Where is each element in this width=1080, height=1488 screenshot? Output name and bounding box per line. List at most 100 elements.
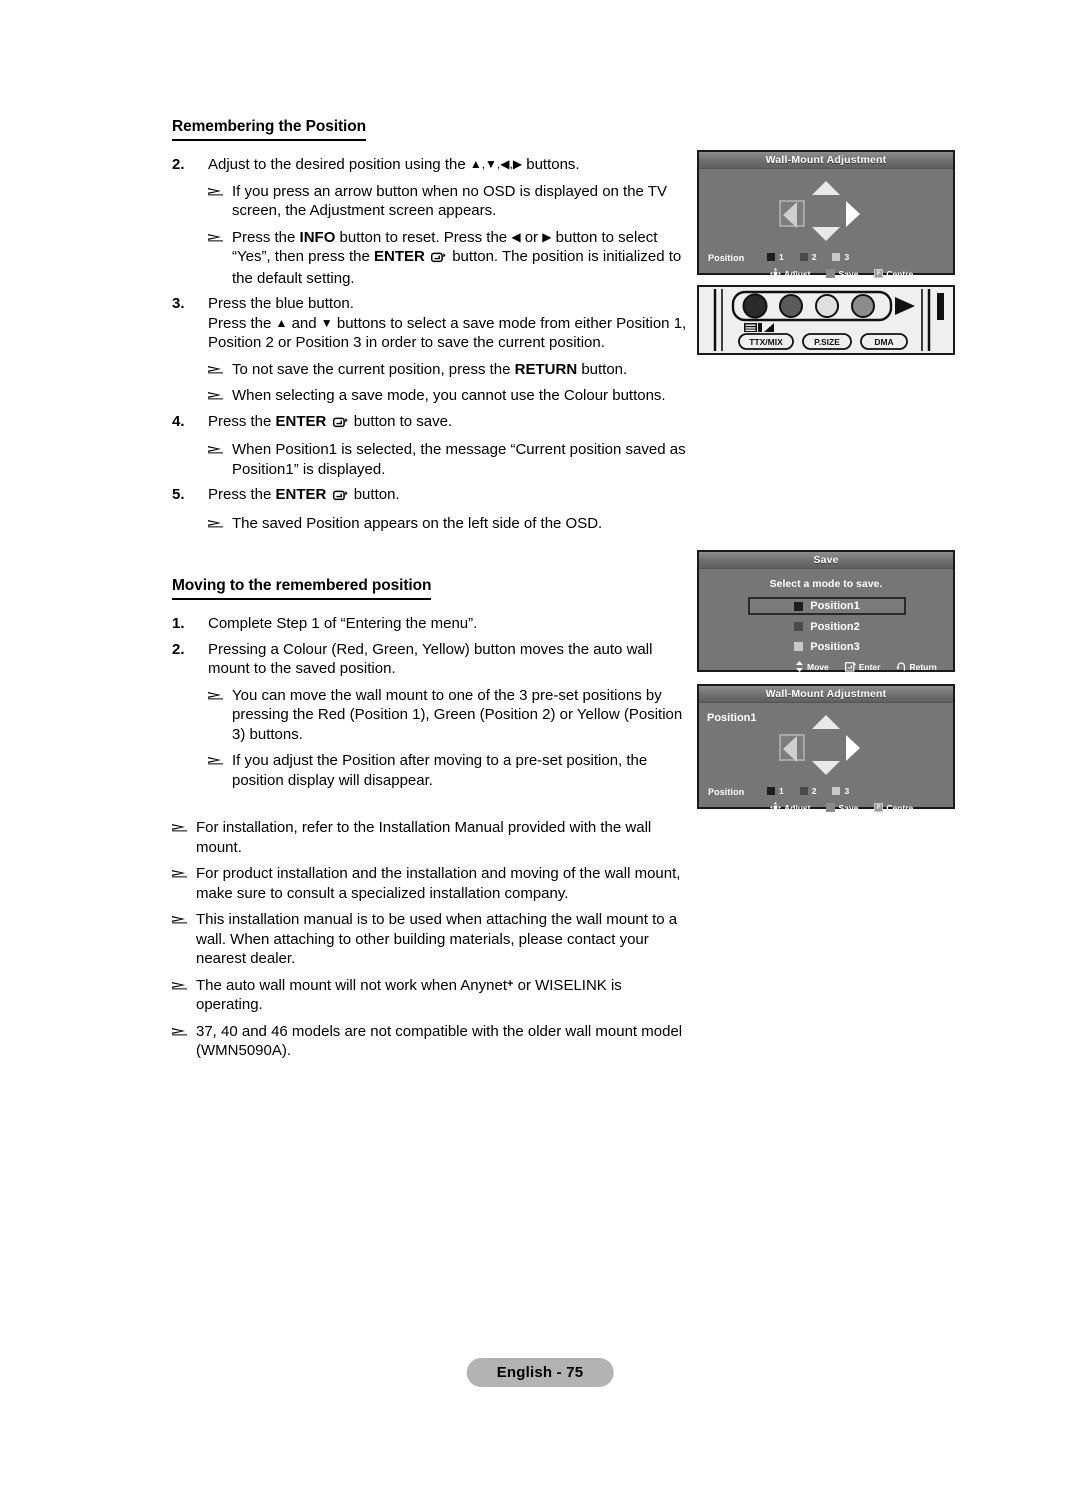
footer-hint-centre[interactable]: F Centre [874, 269, 913, 279]
bullet-text: If you press an arrow button when no OSD… [232, 182, 667, 220]
note-text: For product installation and the install… [196, 865, 681, 902]
step-item: 1. Complete Step 1 of “Entering the menu… [172, 614, 692, 634]
note-item: For installation, refer to the Installat… [172, 818, 692, 857]
step-item: 5. Press the ENTER button. [172, 485, 692, 507]
position-3-swatch [832, 253, 841, 261]
osd-footer-hints: Move Enter Return [795, 661, 937, 672]
position-3-label: 3 [844, 252, 850, 262]
bullet-text: When Position1 is selected, the message … [232, 441, 686, 478]
down-arrow-glyph: ▼ [320, 315, 333, 330]
enter-icon [332, 414, 348, 434]
dpad-down-arrow-icon[interactable] [812, 761, 840, 775]
save-option-label: Position3 [810, 640, 860, 653]
bullet-item: The saved Position appears on the left s… [208, 514, 692, 534]
section-2-heading-wrap: Moving to the remembered position [172, 577, 692, 600]
footer-hint-adjust[interactable]: Adjust [770, 268, 810, 279]
osd-footer-hints: Adjust Save F Centre [770, 268, 929, 279]
right-arrow-glyph: ▶ [542, 229, 552, 244]
footer-hint-adjust[interactable]: Adjust [770, 802, 810, 813]
remote-panel-svg: TTX/MIX P.SIZE DMA [699, 287, 953, 353]
save-prompt: Select a mode to save. [769, 578, 883, 590]
arrow-bullet-icon [172, 1022, 196, 1036]
note-text: 37, 40 and 46 models are not compatible … [196, 1022, 683, 1060]
dpad-right-arrow-icon[interactable] [846, 735, 860, 761]
note-item: For product installation and the install… [172, 864, 692, 903]
footer-hint-move[interactable]: Move [795, 661, 829, 672]
dpad-left-arrow-icon [783, 202, 797, 228]
position-2-swatch [799, 787, 808, 795]
arrow-bullet-icon [208, 360, 232, 374]
step-text: Pressing a Colour (Red, Green, Yellow) b… [208, 640, 653, 678]
up-arrow-glyph: ▲ [275, 315, 288, 330]
save-option-position1[interactable]: Position1 [748, 597, 906, 615]
osd-title: Wall-Mount Adjustment [699, 152, 953, 169]
position-2-swatch [794, 622, 804, 631]
osd-position-indicators: 1 2 3 [767, 786, 861, 796]
note-item: The auto wall mount will not work when A… [172, 976, 692, 1015]
position-3-swatch [794, 642, 804, 651]
blue-key-icon [826, 803, 836, 812]
note-item: This installation manual is to be used w… [172, 910, 692, 969]
footer-hint-centre-label: Centre [886, 802, 914, 813]
step-text-part-c: buttons. [522, 156, 580, 173]
save-option-position2[interactable]: Position2 [748, 618, 906, 635]
footer-hint-enter-label: Enter [858, 661, 881, 672]
arrow-bullet-icon [208, 751, 232, 765]
bullet-text: The saved Position appears on the left s… [232, 514, 603, 532]
manual-page: Remembering the Position 2. Adjust to th… [0, 0, 1080, 1488]
bullet-item: When selecting a save mode, you cannot u… [208, 386, 692, 406]
position-2-label: 2 [811, 252, 817, 262]
dpad-up-arrow-icon[interactable] [812, 181, 840, 195]
step-item: 3. Press the blue button. Press the ▲ an… [172, 294, 692, 353]
step-item: 4. Press the ENTER button to save. [172, 412, 692, 434]
step-number: 1. [172, 615, 185, 632]
dpad-left-arrow-icon [783, 736, 797, 762]
section-1-heading-wrap: Remembering the Position [172, 118, 692, 141]
osd-body: Position 1 2 3 Adjust Save F Centre [699, 169, 953, 279]
dpad-left-arrow-highlight[interactable] [779, 734, 805, 762]
arrow-bullet-icon [208, 182, 232, 196]
save-option-label: Position2 [810, 620, 860, 633]
save-option-position3[interactable]: Position3 [748, 638, 906, 655]
footer-hint-centre[interactable]: F Centre [874, 803, 913, 813]
dpad-left-arrow-highlight[interactable] [779, 200, 805, 228]
step-text: Complete Step 1 of “Entering the menu”. [208, 615, 478, 632]
note-text: For installation, refer to the Installat… [196, 819, 652, 856]
footer-hint-save[interactable]: Save [826, 803, 858, 813]
bullet-text: To not save the current position, press … [232, 360, 628, 378]
dpad-up-arrow-icon[interactable] [812, 715, 840, 729]
step-line-2: Press the ▲ and ▼ buttons to select a sa… [208, 314, 687, 352]
position-1-swatch [794, 601, 804, 611]
arrow-bullet-icon [172, 864, 196, 878]
footer-hint-adjust-label: Adjust [784, 268, 811, 279]
up-down-arrows-icon [796, 661, 803, 672]
dpad-down-arrow-icon[interactable] [812, 227, 840, 241]
step-text: Adjust to the desired position using the… [208, 155, 692, 175]
enter-button-name: ENTER [275, 486, 327, 503]
arrow-bullet-icon [208, 440, 232, 454]
footer-hint-save-label: Save [838, 802, 859, 813]
step-number: 4. [172, 412, 185, 430]
bullet-item: When Position1 is selected, the message … [208, 440, 692, 479]
bullet-text: When selecting a save mode, you cannot u… [232, 387, 666, 404]
footer-hint-return[interactable]: Return [896, 662, 937, 672]
enter-icon [332, 487, 348, 507]
footer-hint-save[interactable]: Save [826, 269, 858, 279]
position-1-label: 1 [779, 252, 784, 262]
f-key-icon: F [874, 269, 884, 278]
bullet-text: If you adjust the Position after moving … [232, 752, 648, 789]
step-text: Press the blue button. Press the ▲ and ▼… [208, 294, 692, 353]
step-item: 2. Pressing a Colour (Red, Green, Yellow… [172, 640, 692, 679]
text-column: Remembering the Position 2. Adjust to th… [172, 118, 692, 1061]
footer-hint-enter[interactable]: Enter [844, 661, 881, 672]
f-key-icon: F [874, 803, 884, 812]
dpad-right-arrow-icon[interactable] [846, 201, 860, 227]
bullet-text: Press the INFO button to reset. Press th… [232, 228, 682, 287]
notes-list: For installation, refer to the Installat… [172, 818, 692, 1061]
save-option-label: Position1 [810, 600, 860, 612]
step-number: 2. [172, 156, 185, 173]
enter-button-name: ENTER [275, 412, 327, 430]
osd-position-indicators: 1 2 3 [767, 252, 861, 262]
osd-wall-mount-adjustment-bottom: Wall-Mount Adjustment Position1 Position… [697, 684, 955, 813]
step-text-part-a: Adjust to the desired position using the [208, 156, 470, 173]
